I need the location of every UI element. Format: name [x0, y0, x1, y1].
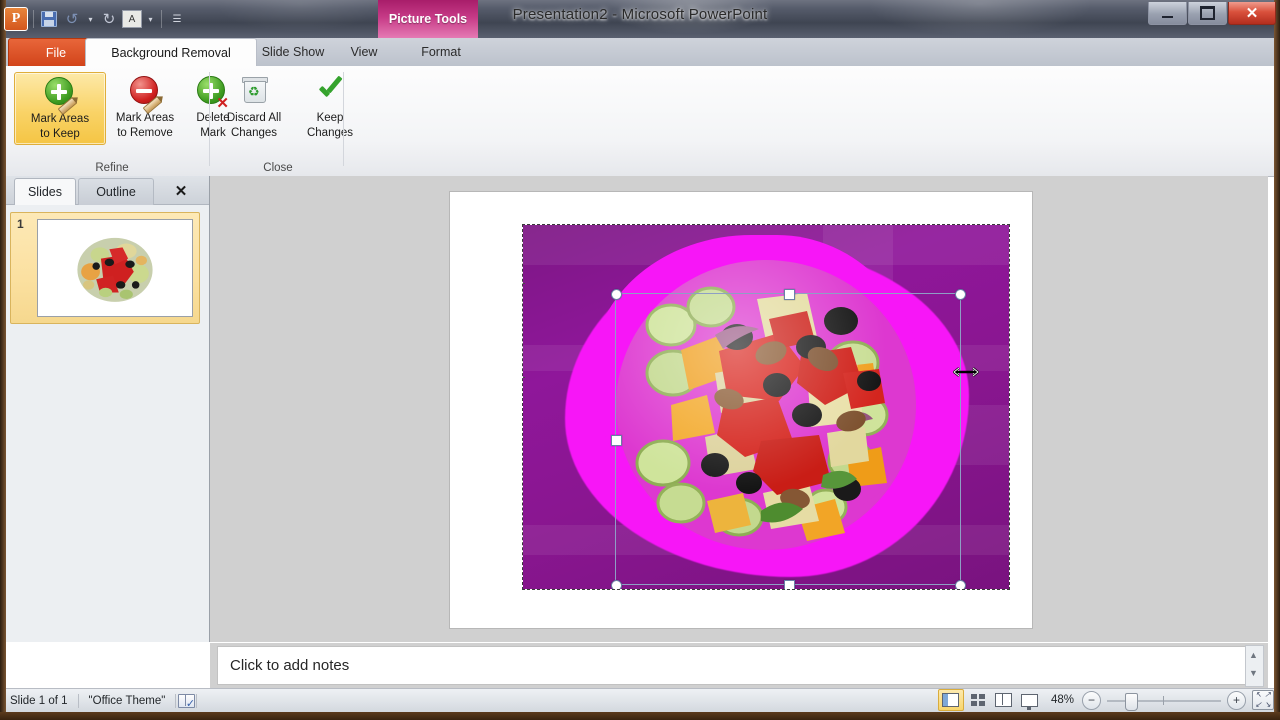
zoom-slider[interactable] — [1107, 692, 1221, 711]
ribbon-group-label-close: Close — [263, 162, 293, 174]
qat-divider-2 — [161, 10, 162, 28]
ribbon-tab-row: File Background Removal Slide Show View … — [0, 38, 1280, 101]
close-pane-icon[interactable]: ✕ — [172, 182, 190, 200]
mark-remove-label-line1: Mark Areas — [115, 112, 175, 124]
zoom-in-button[interactable]: + — [1227, 690, 1246, 710]
powerpoint-window: P ↺ ▾ ↻ A ▾ ☰ Picture Tools Presentation… — [0, 0, 1280, 720]
quick-access-toolbar: P ↺ ▾ ↻ A ▾ ☰ — [4, 6, 187, 32]
notes-placeholder[interactable]: Click to add notes — [217, 646, 1259, 685]
mark-areas-to-keep-button[interactable]: Mark Areas to Keep — [14, 72, 106, 145]
slide-pane-tabs: Slides Outline ✕ — [0, 176, 209, 205]
picture-tools-label: Picture Tools — [388, 12, 468, 26]
mark-keep-icon — [43, 77, 78, 116]
zoom-slider-thumb[interactable] — [1125, 692, 1138, 711]
notes-scrollbar[interactable]: ▲ ▼ — [1245, 645, 1264, 687]
slide-thumbnail-pane: Slides Outline ✕ 1 — [0, 176, 210, 642]
trash-icon: ♻ — [237, 76, 271, 110]
minimize-button[interactable] — [1148, 2, 1187, 25]
window-frame-right — [1274, 0, 1280, 712]
slide-thumbnail-preview — [37, 219, 193, 317]
font-icon[interactable]: A — [122, 9, 142, 29]
undo-icon[interactable]: ↺ — [62, 9, 82, 29]
selection-marquee-dashed-box — [523, 283, 525, 378]
horizontal-resize-cursor — [953, 367, 979, 377]
keep-changes-label-line1: Keep — [316, 112, 344, 124]
tab-slides[interactable]: Slides — [14, 178, 76, 205]
handle-bottom-center[interactable] — [784, 580, 795, 589]
zoom-slider-tick — [1163, 695, 1164, 705]
status-divider-3 — [196, 694, 198, 708]
notes-pane: Click to add notes ▲ ▼ — [210, 643, 1268, 688]
ribbon: Mark Areas to Keep Mark Areas to Remove … — [0, 66, 1280, 177]
handle-top-center[interactable] — [784, 289, 795, 300]
title-bar: P ↺ ▾ ↻ A ▾ ☰ Picture Tools Presentation… — [0, 0, 1280, 38]
window-controls: ✕ — [1147, 2, 1276, 25]
salad-thumbnail-image — [77, 237, 153, 302]
ribbon-group-close: ♻ Discard All Changes Keep Changes Close — [212, 66, 353, 176]
redo-icon[interactable]: ↻ — [99, 9, 119, 29]
slide-thumbnail-item[interactable]: 1 — [10, 212, 200, 324]
status-bar-right: 48% − + ↖ ↗ ↙ ↘ — [937, 688, 1280, 712]
handle-bottom-right[interactable] — [955, 580, 966, 589]
mark-areas-to-remove-button[interactable]: Mark Areas to Remove — [100, 72, 190, 143]
view-reading-button[interactable] — [992, 690, 1016, 710]
powerpoint-logo-icon[interactable]: P — [4, 7, 28, 31]
window-title: Presentation2 - Microsoft PowerPoint — [512, 6, 768, 23]
notes-scroll-up-icon[interactable]: ▲ — [1246, 646, 1261, 664]
slide-edit-area — [210, 176, 1268, 642]
zoom-level-label[interactable]: 48% — [1043, 694, 1082, 706]
customize-qat-icon[interactable]: ☰ — [167, 9, 187, 29]
save-icon[interactable] — [39, 9, 59, 29]
mark-remove-label-line2: to Remove — [117, 127, 173, 139]
tab-outline[interactable]: Outline — [78, 178, 154, 205]
slide-count-label[interactable]: Slide 1 of 1 — [0, 695, 78, 707]
picture-object[interactable] — [522, 224, 1010, 590]
keep-changes-button[interactable]: Keep Changes — [292, 72, 368, 143]
close-button[interactable]: ✕ — [1228, 2, 1276, 25]
checkmark-icon — [313, 75, 347, 110]
handle-middle-left[interactable] — [611, 435, 622, 446]
desktop-taskbar-strip — [0, 712, 1280, 720]
view-slide-show-button[interactable] — [1018, 690, 1042, 710]
handle-bottom-left[interactable] — [611, 580, 622, 589]
font-dropdown-icon[interactable]: ▾ — [145, 9, 156, 29]
discard-label-line1: Discard All — [226, 112, 282, 124]
view-normal-button[interactable] — [937, 689, 964, 711]
ribbon-group-divider-2 — [343, 72, 344, 166]
window-frame-left — [0, 0, 6, 712]
notes-scroll-down-icon[interactable]: ▼ — [1246, 664, 1261, 682]
mark-remove-icon — [128, 76, 163, 115]
discard-all-changes-button[interactable]: ♻ Discard All Changes — [208, 72, 300, 143]
handle-top-right[interactable] — [955, 289, 966, 300]
tab-background-removal[interactable]: Background Removal — [85, 38, 257, 68]
handle-top-left[interactable] — [611, 289, 622, 300]
discard-label-line2: Changes — [230, 127, 278, 139]
mark-keep-label-line2: to Keep — [40, 128, 80, 140]
mark-keep-label-line1: Mark Areas — [30, 113, 90, 125]
zoom-out-button[interactable]: − — [1082, 690, 1101, 710]
theme-label[interactable]: "Office Theme" — [79, 695, 176, 707]
undo-dropdown-icon[interactable]: ▾ — [85, 9, 96, 29]
tab-format[interactable]: Format — [390, 38, 492, 66]
ribbon-group-label-refine: Refine — [95, 162, 129, 174]
slide-number: 1 — [17, 217, 24, 231]
maximize-button[interactable] — [1188, 2, 1227, 25]
fit-slide-to-window-button[interactable]: ↖ ↗ ↙ ↘ — [1252, 690, 1274, 710]
view-slide-sorter-button[interactable] — [966, 690, 990, 710]
ribbon-group-refine: Mark Areas to Keep Mark Areas to Remove … — [14, 66, 230, 176]
slide-canvas[interactable] — [450, 192, 1032, 628]
qat-divider — [33, 10, 34, 28]
spellcheck-icon[interactable]: ✓ — [176, 694, 196, 710]
keep-changes-label-line2: Changes — [306, 127, 354, 139]
picture-selection-frame[interactable] — [611, 289, 966, 589]
picture-tools-contextual-banner: Picture Tools — [378, 0, 478, 38]
